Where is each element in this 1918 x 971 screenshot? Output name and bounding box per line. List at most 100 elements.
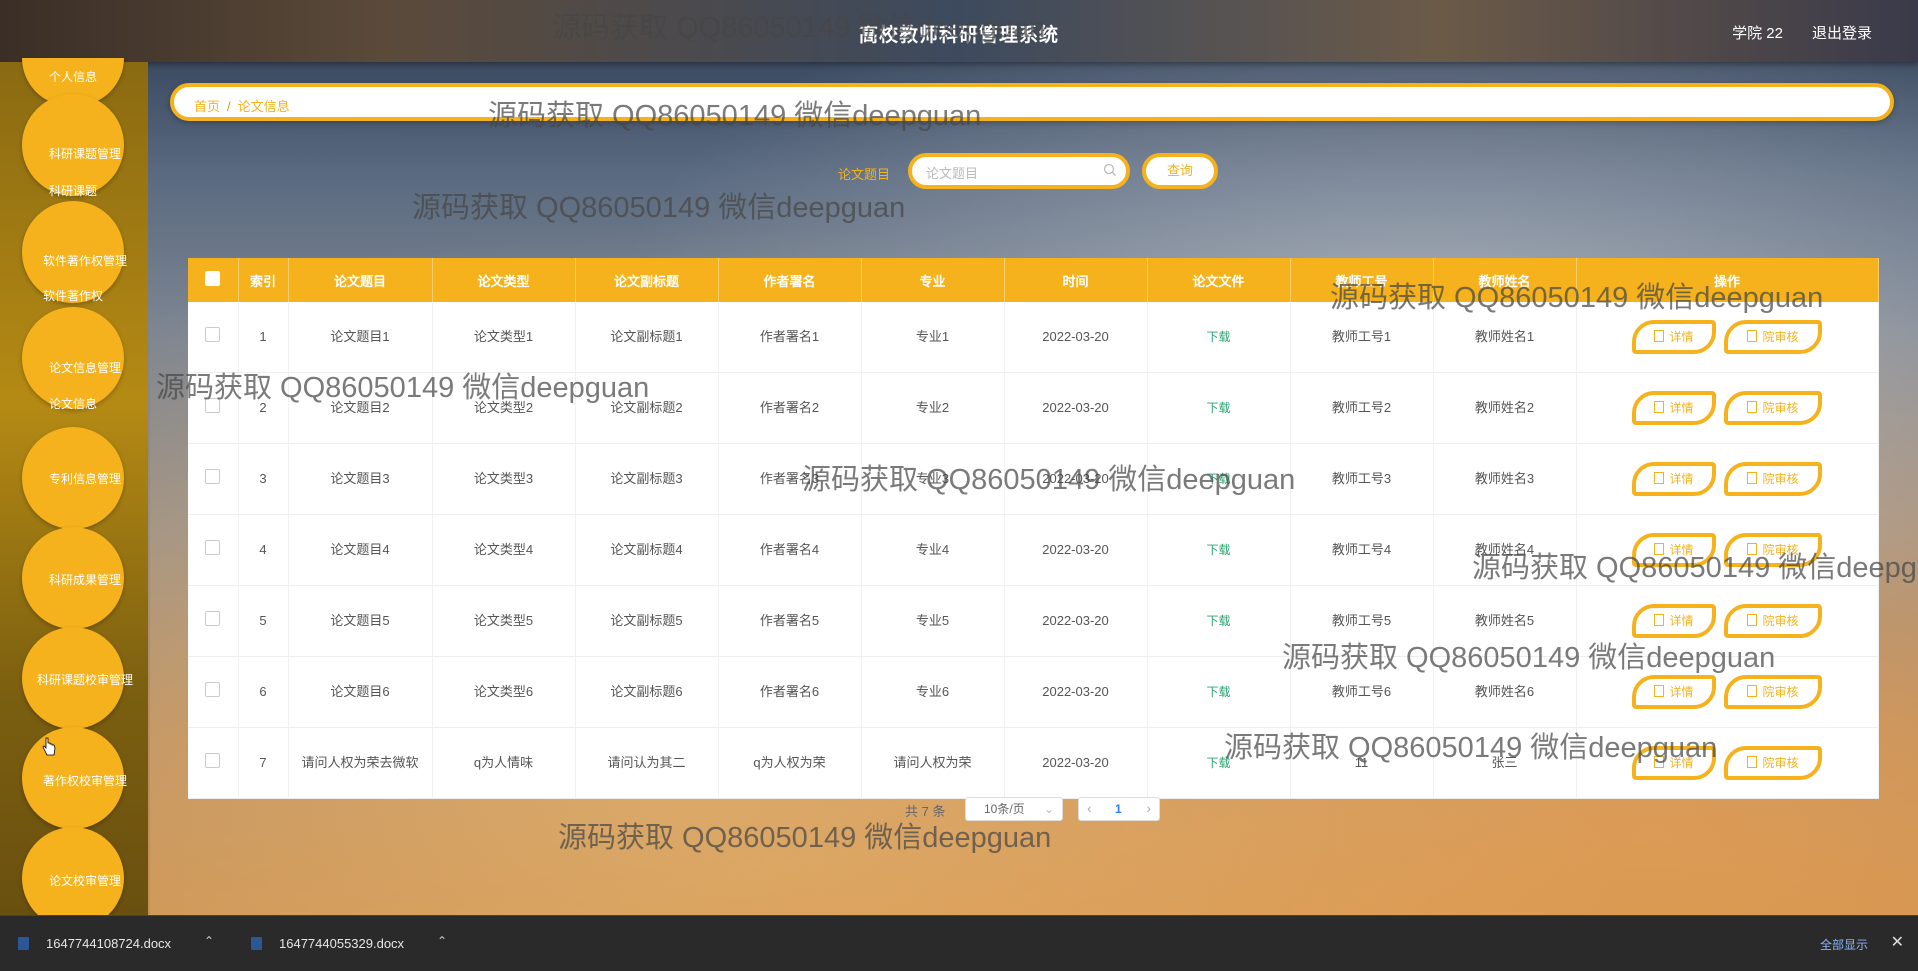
- row-checkbox[interactable]: [205, 469, 221, 484]
- sidebar-item-copyright-review[interactable]: 著作权校审管理: [22, 727, 127, 829]
- row-select-cell[interactable]: [188, 585, 239, 657]
- current-user: 学院 22: [1732, 25, 1783, 42]
- row-select-cell[interactable]: [188, 443, 239, 515]
- detail-button[interactable]: 详情: [1632, 746, 1716, 780]
- cell-file: 下载: [1147, 514, 1291, 586]
- cell-type: 论文类型3: [432, 443, 576, 515]
- sidebar: 个人信息 科研课题管理 科研课题 软件著作权管理 软件著作权 论文信息管理 论文…: [0, 58, 148, 929]
- download-link[interactable]: 下载: [1206, 543, 1230, 557]
- cell-file: 下载: [1147, 585, 1291, 657]
- sidebar-item-label: 科研课题校审管理: [36, 673, 133, 687]
- detail-button[interactable]: 详情: [1632, 391, 1716, 425]
- sidebar-item-paper-review[interactable]: 论文校审管理: [22, 827, 124, 929]
- row-checkbox[interactable]: [205, 398, 221, 413]
- cell-subtitle: 论文副标题5: [575, 585, 719, 657]
- logout-button[interactable]: 退出登录: [1812, 22, 1872, 43]
- sidebar-item-research-topic[interactable]: 科研课题管理 科研课题: [22, 94, 124, 199]
- review-button[interactable]: 院审核: [1724, 320, 1822, 354]
- next-page-icon[interactable]: ›: [1146, 800, 1151, 816]
- cell-teacher_no: 教师工号5: [1290, 585, 1434, 657]
- row-select-cell[interactable]: [188, 727, 239, 799]
- cell-teacher_no: 教师工号6: [1290, 656, 1434, 728]
- cell-title: 论文题目3: [288, 443, 433, 515]
- download-item[interactable]: 1647744055329.docx ⌃: [251, 916, 451, 971]
- detail-button-label: 详情: [1669, 330, 1694, 344]
- table-row: 2 论文题目2 论文类型2 论文副标题2 作者署名2 专业2 2022-03-20 下载 教师工…: [188, 372, 1879, 444]
- breadcrumb: 首页 / 论文信息: [170, 83, 1894, 121]
- download-link[interactable]: 下载: [1206, 330, 1230, 344]
- cell-teacher_no: 教师工号3: [1290, 443, 1434, 515]
- download-item[interactable]: 1647744108724.docx ⌃: [18, 916, 218, 971]
- row-select-cell[interactable]: [188, 656, 239, 728]
- show-all-downloads-button[interactable]: 全部显示: [1820, 936, 1868, 953]
- select-all-header[interactable]: [188, 258, 239, 302]
- top-bar: 高校教师科研管理系统 学院 22 退出登录: [0, 0, 1918, 62]
- row-checkbox[interactable]: [205, 540, 221, 555]
- row-checkbox[interactable]: [205, 753, 221, 768]
- cell-file: 下载: [1147, 302, 1291, 373]
- row-checkbox[interactable]: [205, 327, 221, 342]
- detail-button[interactable]: 详情: [1632, 604, 1716, 638]
- cell-author: 作者署名3: [718, 443, 862, 515]
- row-select-cell[interactable]: [188, 302, 239, 373]
- word-file-icon: [18, 937, 29, 950]
- column-header: 操作: [1576, 258, 1879, 302]
- detail-button[interactable]: 详情: [1632, 320, 1716, 354]
- cell-teacher_name: 教师姓名6: [1433, 656, 1577, 728]
- row-select-cell[interactable]: [188, 514, 239, 586]
- sidebar-item-label: 科研成果管理: [48, 573, 121, 587]
- sidebar-item-label: 科研课题管理: [48, 147, 121, 161]
- chevron-up-icon[interactable]: ⌃: [204, 934, 214, 948]
- download-link[interactable]: 下载: [1206, 685, 1230, 699]
- detail-button[interactable]: 详情: [1632, 533, 1716, 567]
- detail-button[interactable]: 详情: [1632, 675, 1716, 709]
- table-row: 5 论文题目5 论文类型5 论文副标题5 作者署名5 专业5 2022-03-20 下载 教师工…: [188, 585, 1879, 657]
- review-button[interactable]: 院审核: [1724, 746, 1822, 780]
- sidebar-subitem-research-topic[interactable]: 科研课题: [22, 182, 124, 199]
- sidebar-item-topic-review[interactable]: 科研课题校审管理: [22, 627, 133, 729]
- query-button[interactable]: 查询: [1142, 153, 1218, 189]
- row-checkbox[interactable]: [205, 682, 221, 697]
- detail-button-label: 详情: [1669, 401, 1694, 415]
- sidebar-subitem-paper[interactable]: 论文信息: [22, 395, 124, 412]
- cell-title: 论文题目5: [288, 585, 433, 657]
- table-row: 6 论文题目6 论文类型6 论文副标题6 作者署名6 专业6 2022-03-20 下载 教师工…: [188, 656, 1879, 728]
- review-button[interactable]: 院审核: [1724, 604, 1822, 638]
- download-link[interactable]: 下载: [1206, 756, 1230, 770]
- row-checkbox[interactable]: [205, 611, 221, 626]
- current-page-number[interactable]: 1: [1115, 802, 1122, 816]
- review-button[interactable]: 院审核: [1724, 533, 1822, 567]
- detail-button-label: 详情: [1669, 543, 1694, 557]
- detail-button[interactable]: 详情: [1632, 462, 1716, 496]
- download-link[interactable]: 下载: [1206, 472, 1230, 486]
- search-input[interactable]: [924, 162, 1098, 184]
- cell-author: q为人权为荣: [718, 727, 862, 799]
- review-button[interactable]: 院审核: [1724, 391, 1822, 425]
- download-link[interactable]: 下载: [1206, 401, 1230, 415]
- download-link[interactable]: 下载: [1206, 614, 1230, 628]
- column-header: 索引: [238, 258, 289, 302]
- review-button[interactable]: 院审核: [1724, 675, 1822, 709]
- page-size-select[interactable]: 10条/页 ⌄: [965, 797, 1063, 821]
- sidebar-item-achievement[interactable]: 科研成果管理: [22, 527, 124, 629]
- detail-button-label: 详情: [1669, 614, 1694, 628]
- close-icon[interactable]: ✕: [1891, 932, 1904, 952]
- cell-time: 2022-03-20: [1004, 372, 1148, 444]
- row-select-cell[interactable]: [188, 372, 239, 444]
- sidebar-item-patent[interactable]: 专利信息管理: [22, 427, 124, 529]
- review-button[interactable]: 院审核: [1724, 462, 1822, 496]
- sidebar-item-software-copyright[interactable]: 软件著作权管理 软件著作权: [22, 201, 127, 304]
- cell-actions: 详情 院审核: [1576, 514, 1879, 586]
- cell-time: 2022-03-20: [1004, 443, 1148, 515]
- chevron-down-icon: ⌄: [1043, 802, 1054, 816]
- cell-teacher_name: 张三: [1433, 727, 1577, 799]
- select-all-checkbox[interactable]: [205, 271, 221, 286]
- breadcrumb-home[interactable]: 首页: [194, 99, 220, 114]
- cell-subtitle: 论文副标题3: [575, 443, 719, 515]
- download-bar: 1647744108724.docx ⌃ 1647744055329.docx …: [0, 915, 1918, 971]
- cell-type: 论文类型5: [432, 585, 576, 657]
- sidebar-item-paper[interactable]: 论文信息管理 论文信息: [22, 307, 124, 412]
- sidebar-subitem-software-copyright[interactable]: 软件著作权: [22, 287, 124, 304]
- prev-page-icon[interactable]: ‹: [1087, 800, 1092, 816]
- chevron-up-icon[interactable]: ⌃: [437, 934, 447, 948]
